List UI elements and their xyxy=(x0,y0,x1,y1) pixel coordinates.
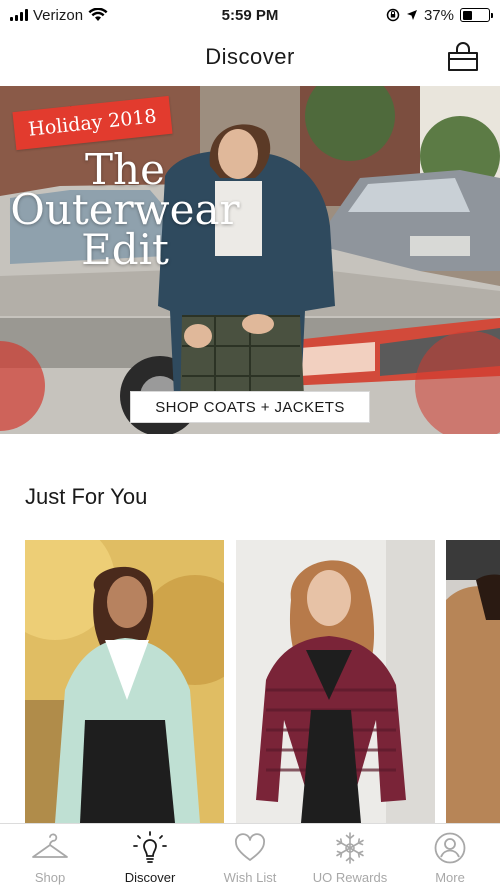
hero-headline: The Outerwear Edit xyxy=(10,145,240,274)
tab-label: More xyxy=(435,870,465,885)
page-title: Discover xyxy=(205,44,295,69)
product-carousel[interactable] xyxy=(0,540,500,823)
lightbulb-icon xyxy=(130,830,170,866)
product-photo-tan-sweater xyxy=(446,540,500,823)
rotation-lock-icon xyxy=(386,8,400,22)
section-title: Just For You xyxy=(25,484,148,509)
product-card[interactable] xyxy=(25,540,224,823)
status-bar: Verizon 5:59 PM 37% xyxy=(0,0,500,30)
signal-icon xyxy=(10,9,28,21)
tab-label: Shop xyxy=(34,870,66,885)
location-arrow-icon xyxy=(406,10,417,20)
battery-icon xyxy=(460,8,493,22)
shopping-bag-icon xyxy=(448,42,478,71)
product-card[interactable] xyxy=(236,540,435,823)
nav-header: Discover xyxy=(0,30,500,84)
tab-bar: Shop Discover Wish List UO Rewards More xyxy=(0,823,500,889)
heart-icon xyxy=(230,830,270,866)
wifi-icon xyxy=(88,8,108,21)
shop-coats-jackets-button[interactable]: SHOP COATS + JACKETS xyxy=(130,391,370,423)
tab-more[interactable]: More xyxy=(400,824,500,889)
hanger-icon xyxy=(30,830,70,866)
battery-percent: 37% xyxy=(423,6,454,24)
status-time: 5:59 PM xyxy=(221,6,279,24)
tab-label: Wish List xyxy=(223,870,277,885)
shopping-bag-button[interactable] xyxy=(444,38,482,76)
tab-uo-rewards[interactable]: UO Rewards xyxy=(300,824,400,889)
status-right: 37% xyxy=(320,6,493,24)
tab-discover[interactable]: Discover xyxy=(100,824,200,889)
carrier-label: Verizon xyxy=(33,6,84,24)
hero-banner[interactable]: Holiday 2018 The Outerwear Edit xyxy=(0,86,500,434)
battery-fill xyxy=(462,10,472,20)
product-photo-burgundy-striped-cardigan xyxy=(236,540,435,823)
snowflake-icon xyxy=(330,830,370,866)
tab-label: Discover xyxy=(124,870,176,885)
tab-shop[interactable]: Shop xyxy=(0,824,100,889)
tab-wish-list[interactable]: Wish List xyxy=(200,824,300,889)
status-left: Verizon xyxy=(10,7,180,24)
user-circle-icon xyxy=(430,830,470,866)
product-photo-mint-cardigan xyxy=(25,540,224,823)
product-card[interactable] xyxy=(446,540,500,823)
tab-label: UO Rewards xyxy=(312,870,388,885)
